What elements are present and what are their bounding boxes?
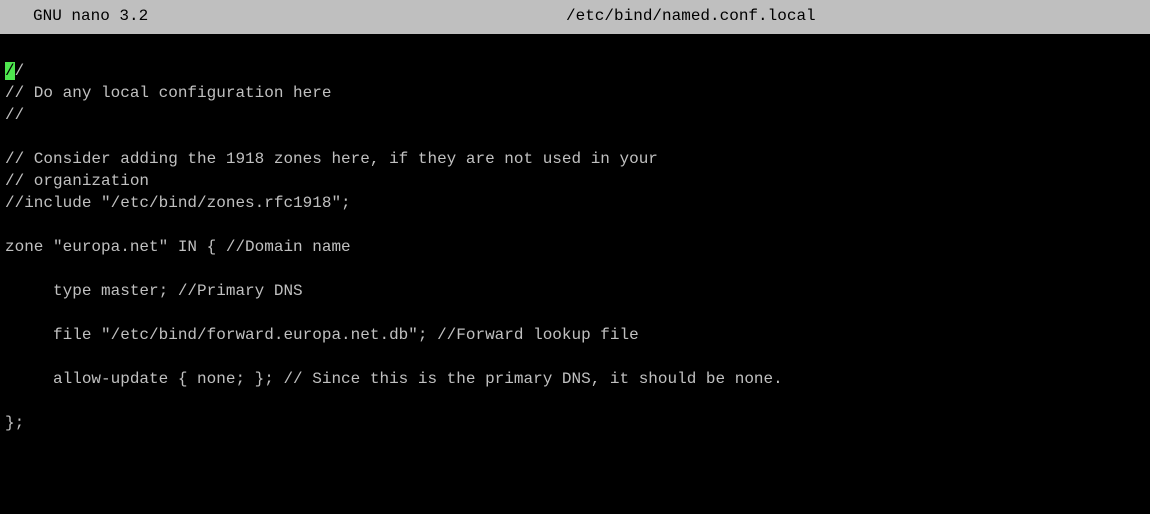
code-line-12[interactable] (5, 302, 1150, 324)
code-line-7[interactable]: //include "/etc/bind/zones.rfc1918"; (5, 192, 1150, 214)
code-line-11[interactable]: type master; //Primary DNS (5, 280, 1150, 302)
code-line-15[interactable]: allow-update { none; }; // Since this is… (5, 368, 1150, 390)
code-line-8[interactable] (5, 214, 1150, 236)
terminal-window[interactable]: GNU nano 3.2 /etc/bind/named.conf.local … (0, 0, 1150, 514)
text-cursor: / (5, 62, 15, 80)
code-line-17[interactable]: }; (5, 412, 1150, 434)
code-line-2[interactable]: // Do any local configuration here (5, 82, 1150, 104)
code-line-5[interactable]: // Consider adding the 1918 zones here, … (5, 148, 1150, 170)
code-line-1-rest: / (14, 62, 25, 80)
editor-name: GNU nano 3.2 (33, 7, 149, 25)
file-path: /etc/bind/named.conf.local (566, 7, 816, 25)
code-line-10[interactable] (5, 258, 1150, 280)
code-line-4[interactable] (5, 126, 1150, 148)
code-line-16[interactable] (5, 390, 1150, 412)
code-line-1[interactable]: // (5, 60, 1150, 82)
code-line-13[interactable]: file "/etc/bind/forward.europa.net.db"; … (5, 324, 1150, 346)
code-line-14[interactable] (5, 346, 1150, 368)
editor-text-area[interactable]: // // Do any local configuration here //… (5, 60, 1150, 434)
window-bottom-border (0, 514, 1150, 521)
nano-title-bar: GNU nano 3.2 /etc/bind/named.conf.local (0, 0, 1150, 34)
code-line-9[interactable]: zone "europa.net" IN { //Domain name (5, 236, 1150, 258)
code-line-3[interactable]: // (5, 104, 1150, 126)
code-line-6[interactable]: // organization (5, 170, 1150, 192)
